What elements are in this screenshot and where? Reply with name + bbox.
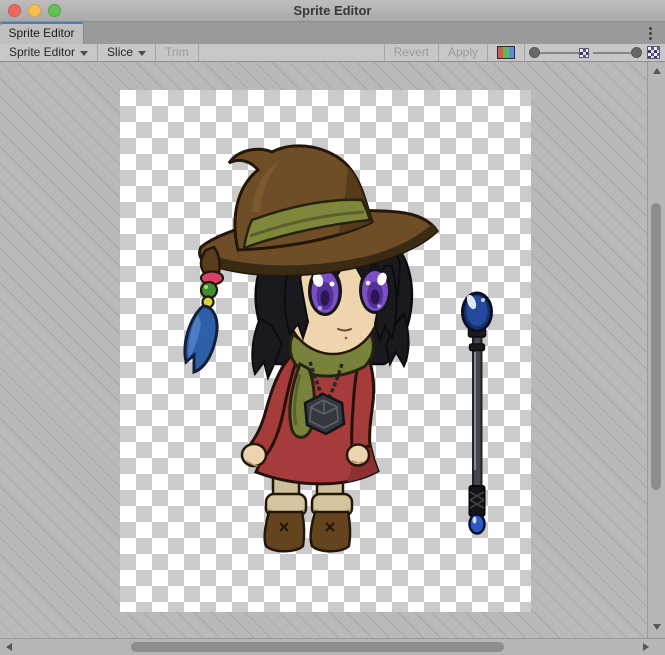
scroll-left-arrow-icon[interactable]: [6, 643, 12, 651]
zoom-slider-track[interactable]: [535, 52, 579, 54]
apply-button[interactable]: Apply: [438, 44, 488, 61]
right-eye: [359, 266, 391, 314]
kebab-menu-icon[interactable]: [649, 27, 652, 40]
sprite-canvas-art: [0, 62, 647, 638]
staff-gem-glint: [473, 517, 477, 524]
horizontal-scrollbar-thumb[interactable]: [131, 642, 504, 652]
slice-dropdown[interactable]: Slice: [98, 44, 156, 61]
zoom-slider-handle[interactable]: [529, 47, 540, 58]
chevron-down-icon: [138, 51, 146, 56]
right-boot: [311, 512, 351, 551]
vertical-scrollbar-thumb[interactable]: [651, 203, 661, 490]
sprite-editor-toolbar: Sprite Editor Slice Trim Revert Apply: [0, 44, 665, 62]
scroll-right-arrow-icon[interactable]: [643, 643, 649, 651]
sprite-editor-mode-dropdown[interactable]: Sprite Editor: [0, 44, 98, 61]
hat-tail-tip: [201, 247, 220, 274]
left-boot: [265, 512, 305, 551]
scroll-down-arrow-icon[interactable]: [653, 624, 661, 630]
chin-mark: [345, 337, 348, 340]
sprite-editor-canvas[interactable]: [0, 62, 647, 638]
horizontal-scrollbar[interactable]: [0, 638, 665, 655]
left-hand: [242, 444, 266, 466]
chevron-down-icon: [80, 51, 88, 56]
tab-sprite-editor[interactable]: Sprite Editor: [0, 22, 84, 44]
mip-texture-small-icon: [579, 48, 589, 58]
rgb-channels-icon: [497, 46, 515, 59]
tab-label: Sprite Editor: [8, 26, 74, 40]
staff-bottom-gem: [470, 515, 485, 534]
mip-texture-large-icon: [647, 46, 660, 59]
zoom-and-mip-sliders: [525, 44, 665, 61]
scroll-up-arrow-icon[interactable]: [653, 68, 661, 74]
bead-glint: [204, 285, 208, 289]
toolbar-spacer: [199, 44, 384, 61]
window-title: Sprite Editor: [0, 0, 665, 22]
sprite-character[interactable]: [185, 146, 437, 551]
trim-button[interactable]: Trim: [156, 44, 199, 61]
mip-slider-handle[interactable]: [631, 47, 642, 58]
staff-orb-glint-small: [481, 298, 485, 302]
tab-bar: Sprite Editor: [0, 22, 665, 44]
revert-button[interactable]: Revert: [384, 44, 438, 61]
window-titlebar: Sprite Editor: [0, 0, 665, 22]
vertical-scrollbar[interactable]: [647, 62, 665, 638]
sprite-staff[interactable]: [463, 293, 492, 534]
staff-ring: [470, 344, 485, 351]
rgb-alpha-toggle-button[interactable]: [488, 44, 525, 61]
